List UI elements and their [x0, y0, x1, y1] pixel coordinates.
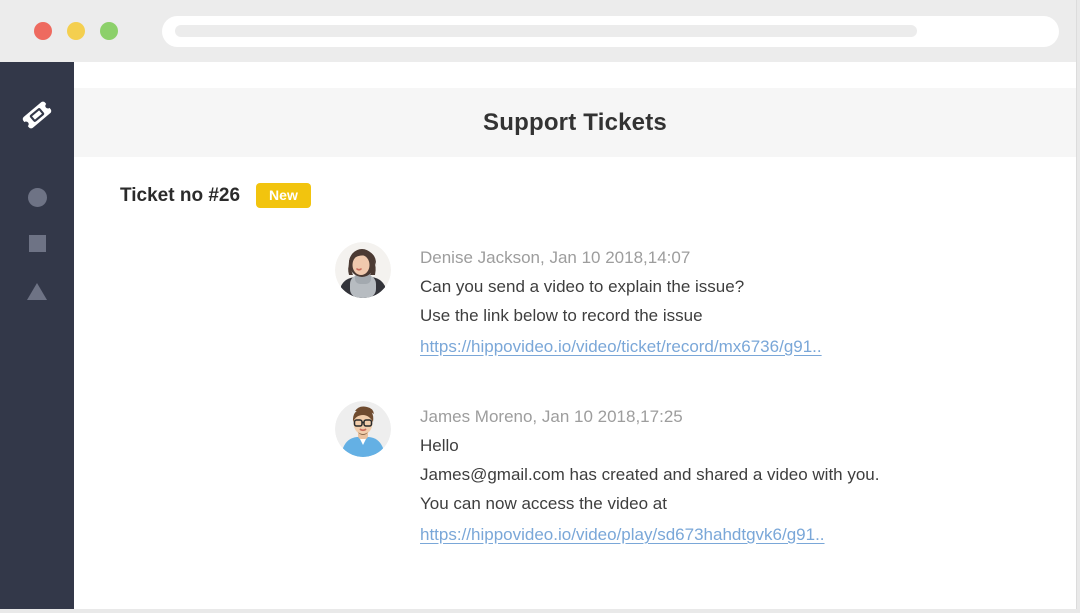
message-item: James Moreno, Jan 10 2018,17:25 Hello Ja… [335, 401, 1076, 547]
message-text-line: James@gmail.com has created and shared a… [420, 460, 880, 489]
message-text-line: Hello [420, 431, 880, 460]
ticket-icon [20, 98, 54, 137]
page-header: Support Tickets [74, 88, 1076, 157]
ticket-number-label: Ticket no #26 [120, 185, 240, 207]
message-item: Denise Jackson, Jan 10 2018,14:07 Can yo… [335, 242, 1076, 359]
sidebar [0, 62, 74, 609]
james-moreno-avatar [335, 401, 391, 457]
ticket-heading-row: Ticket no #26 New [120, 183, 1076, 208]
browser-window: Support Tickets Ticket no #26 New [0, 0, 1077, 609]
record-video-link[interactable]: https://hippovideo.io/video/ticket/recor… [420, 335, 822, 359]
square-icon [29, 235, 46, 252]
minimize-window-button[interactable] [67, 22, 85, 40]
new-status-badge: New [256, 183, 311, 208]
message-author-meta: Denise Jackson, Jan 10 2018,14:07 [420, 243, 822, 272]
denise-jackson-avatar [335, 242, 391, 298]
close-window-button[interactable] [34, 22, 52, 40]
circle-icon [28, 188, 47, 207]
maximize-window-button[interactable] [100, 22, 118, 40]
message-text-line: Use the link below to record the issue [420, 301, 822, 330]
sidebar-item-circle[interactable] [28, 188, 47, 207]
page-title: Support Tickets [483, 109, 667, 137]
body-row: Support Tickets Ticket no #26 New [0, 62, 1076, 609]
sidebar-item-tickets[interactable] [20, 100, 54, 134]
message-text-line: Can you send a video to explain the issu… [420, 272, 822, 301]
browser-titlebar [0, 0, 1076, 62]
message-body: James Moreno, Jan 10 2018,17:25 Hello Ja… [420, 401, 880, 547]
message-body: Denise Jackson, Jan 10 2018,14:07 Can yo… [420, 242, 822, 359]
triangle-icon [27, 283, 47, 300]
url-bar[interactable] [162, 16, 1059, 47]
url-placeholder-bar [175, 25, 917, 37]
sidebar-item-triangle[interactable] [27, 283, 47, 300]
page-background: Support Tickets Ticket no #26 New [0, 0, 1080, 613]
play-video-link[interactable]: https://hippovideo.io/video/play/sd673ha… [420, 523, 825, 547]
sidebar-item-square[interactable] [29, 235, 46, 252]
main-content: Support Tickets Ticket no #26 New [74, 62, 1076, 609]
message-text-line: You can now access the video at [420, 489, 880, 518]
message-author-meta: James Moreno, Jan 10 2018,17:25 [420, 402, 880, 431]
